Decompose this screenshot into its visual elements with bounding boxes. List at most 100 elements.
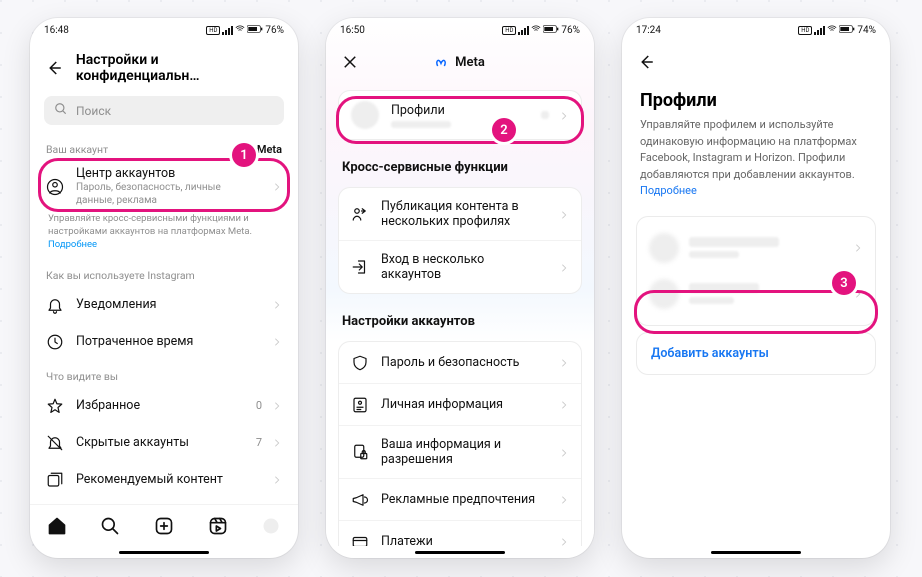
battery-icon	[543, 25, 559, 36]
phone-screen-3: 17:24 HD 74% Профили Управляйте профилем…	[622, 18, 890, 558]
home-indicator	[622, 546, 890, 558]
account-center-note: Управляйте кросс-сервисными функциями и …	[30, 213, 298, 259]
header: Настройки и конфиденциальн…	[30, 42, 298, 92]
person-circle-icon	[46, 178, 64, 196]
chevron-right-icon	[272, 177, 282, 196]
id-card-icon	[351, 396, 369, 414]
battery-icon	[247, 25, 263, 36]
clock-icon	[46, 333, 64, 351]
star-icon	[46, 397, 64, 415]
chevron-right-icon	[559, 395, 569, 414]
annotation-badge-2: 2	[492, 118, 516, 142]
add-post-icon[interactable]	[154, 516, 174, 536]
back-icon[interactable]	[636, 52, 656, 72]
multi-login-item[interactable]: Вход в несколько аккаунтов	[339, 240, 581, 293]
battery-icon	[839, 25, 855, 36]
favorites-item[interactable]: Избранное 0	[30, 387, 298, 424]
profiles-label: Профили	[391, 103, 451, 118]
chevron-right-icon	[272, 396, 282, 415]
personal-info-item[interactable]: Личная информация	[339, 383, 581, 425]
phone-screen-2: 16:50 HD 76% Meta Профили	[326, 18, 594, 558]
ad-preferences-item[interactable]: Рекламные предпочтения	[339, 478, 581, 520]
hidden-accounts-item[interactable]: Скрытые аккаунты 7	[30, 424, 298, 461]
bell-off-icon	[46, 434, 64, 452]
bell-icon	[46, 296, 64, 314]
password-security-item[interactable]: Пароль и безопасность	[339, 342, 581, 383]
notifications-item[interactable]: Уведомления	[30, 286, 298, 323]
add-accounts-link[interactable]: Добавить аккаунты	[637, 333, 875, 374]
annotation-badge-3: 3	[832, 271, 856, 295]
add-accounts-card: Добавить аккаунты	[636, 332, 876, 375]
shield-icon	[351, 354, 369, 372]
chevron-right-icon	[559, 443, 569, 462]
profile-row[interactable]	[637, 225, 875, 271]
avatar	[649, 233, 679, 263]
learn-more-link[interactable]: Подробнее	[640, 184, 697, 197]
count-badge: 7	[256, 436, 262, 449]
page-title: Профили	[622, 80, 890, 117]
chevron-right-icon	[559, 532, 569, 546]
close-icon[interactable]	[340, 52, 360, 72]
section-your-account: Ваш аккаунт Meta	[30, 133, 298, 160]
learn-more-link[interactable]: Подробнее	[48, 239, 97, 250]
chevron-right-icon	[559, 106, 569, 125]
back-icon[interactable]	[44, 58, 64, 78]
chevron-right-icon	[272, 295, 282, 314]
search-placeholder: Поиск	[76, 104, 111, 118]
profiles-card: Профили	[338, 90, 582, 140]
battery-pct: 74%	[857, 25, 876, 36]
page-description: Управляйте профилем и используйте одинак…	[622, 117, 890, 210]
account-center-sub: Пароль, безопасность, личные данные, рек…	[76, 181, 260, 207]
chevron-right-icon	[272, 332, 282, 351]
signal-icon	[814, 26, 825, 35]
section-account-settings: Настройки аккаунтов	[326, 300, 594, 335]
chevron-right-icon	[272, 433, 282, 452]
signal-icon	[222, 26, 233, 35]
payments-item[interactable]: Платежи	[339, 520, 581, 546]
meta-logo: Meta	[435, 55, 485, 70]
reels-icon[interactable]	[208, 516, 228, 536]
home-indicator	[30, 546, 298, 558]
login-icon	[351, 258, 369, 276]
wifi-icon	[531, 24, 541, 37]
section-what-you-see: Что видите вы	[30, 360, 298, 387]
page-title: Настройки и конфиденциальн…	[76, 52, 284, 84]
feed-icon	[46, 471, 64, 489]
volte-icon: HD	[206, 26, 220, 35]
profile-icon[interactable]	[261, 516, 281, 536]
phone-screen-1: 16:48 HD 76% Настройки и конфиденциальн……	[30, 18, 298, 558]
status-bar: 16:48 HD 76%	[30, 18, 298, 42]
battery-pct: 76%	[561, 25, 580, 36]
home-indicator	[326, 546, 594, 558]
cross-posting-item[interactable]: Публикация контента в нескольких профиля…	[339, 188, 581, 240]
your-info-permissions-item[interactable]: Ваша информация и разрешения	[339, 425, 581, 478]
suggested-content-item[interactable]: Рекомендуемый контент	[30, 461, 298, 498]
chevron-right-icon	[272, 470, 282, 489]
account-settings-card: Пароль и безопасность Личная информация …	[338, 341, 582, 546]
chevron-right-icon	[559, 490, 569, 509]
chevron-right-icon	[559, 353, 569, 372]
status-time: 17:24	[636, 25, 661, 36]
status-bar: 17:24 HD 74%	[622, 18, 890, 42]
signal-icon	[518, 26, 529, 35]
time-spent-item[interactable]: Потраченное время	[30, 323, 298, 360]
count-badge: 0	[256, 399, 262, 412]
section-usage: Как вы используете Instagram	[30, 259, 298, 286]
home-icon[interactable]	[47, 516, 67, 536]
chevron-right-icon	[559, 258, 569, 277]
document-lock-icon	[351, 443, 369, 461]
profiles-item[interactable]: Профили	[339, 91, 581, 139]
search-icon	[54, 102, 68, 119]
avatar	[649, 279, 679, 309]
annotation-badge-1: 1	[232, 143, 256, 167]
battery-pct: 76%	[265, 25, 284, 36]
card-icon	[351, 533, 369, 547]
status-time: 16:50	[340, 25, 365, 36]
bottom-nav	[30, 504, 298, 546]
account-center-item[interactable]: Центр аккаунтов Пароль, безопасность, ли…	[30, 160, 298, 213]
wifi-icon	[235, 24, 245, 37]
search-icon[interactable]	[100, 516, 120, 536]
megaphone-icon	[351, 491, 369, 509]
search-input[interactable]: Поиск	[44, 96, 284, 125]
chevron-right-icon	[559, 205, 569, 224]
